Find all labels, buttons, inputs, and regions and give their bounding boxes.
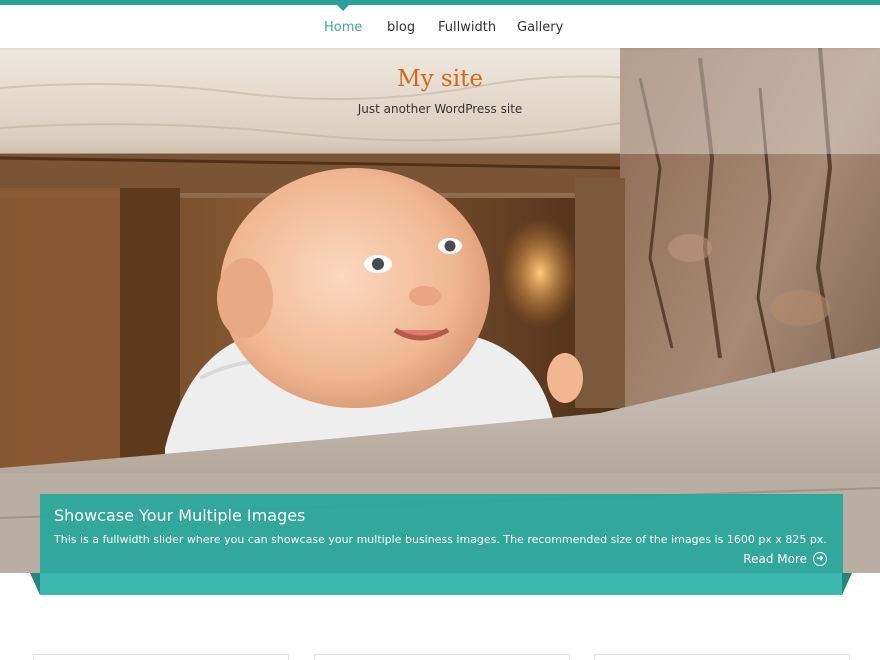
active-nav-indicator (336, 4, 350, 11)
caption-title: Showcase Your Multiple Images (54, 506, 306, 525)
ribbon-left-fold (30, 573, 40, 595)
nav-item-fullwidth[interactable]: Fullwidth (438, 19, 496, 36)
content-card (314, 654, 570, 660)
main-navigation: Home blog Fullwidth Gallery (0, 5, 880, 48)
caption-ribbon (30, 573, 852, 595)
nav-item-blog[interactable]: blog (387, 19, 415, 36)
arrow-circle-right-icon: ➜ (813, 552, 827, 566)
nav-item-gallery[interactable]: Gallery (517, 19, 563, 36)
read-more-button[interactable]: Read More ➜ (743, 552, 827, 566)
ribbon-right-fold (842, 573, 852, 595)
site-title[interactable]: My site (0, 66, 880, 92)
read-more-label: Read More (743, 552, 807, 566)
content-card (33, 654, 289, 660)
content-card (594, 654, 850, 660)
nav-item-home[interactable]: Home (324, 19, 362, 36)
ribbon-band (40, 573, 842, 595)
caption-text: This is a fullwidth slider where you can… (54, 533, 827, 546)
site-header-overlay (0, 48, 880, 154)
top-accent-bar (0, 0, 880, 5)
site-description: Just another WordPress site (357, 102, 523, 116)
slider-caption-box: Showcase Your Multiple Images This is a … (40, 494, 843, 574)
